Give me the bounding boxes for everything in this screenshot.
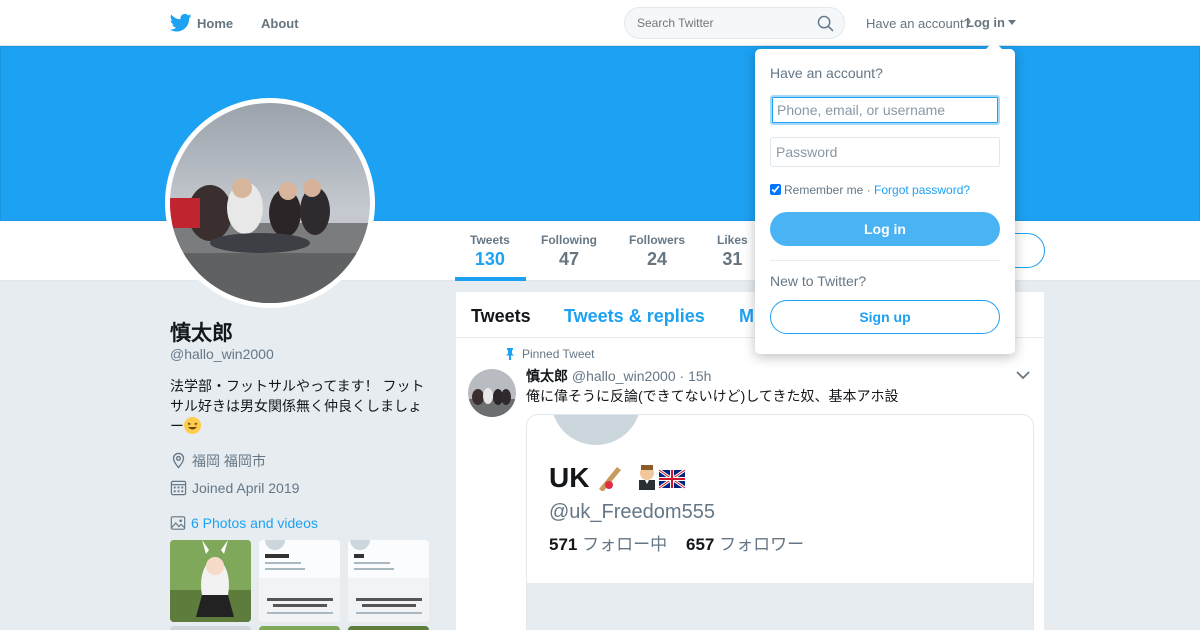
- new-to-twitter-text: New to Twitter?: [770, 273, 867, 289]
- chevron-down-icon: [1008, 20, 1016, 25]
- stat-likes[interactable]: Likes 31: [717, 233, 748, 270]
- nav-about-link[interactable]: About: [261, 16, 299, 31]
- photos-videos-link[interactable]: 6 Photos and videos: [170, 515, 318, 531]
- search-icon[interactable]: [817, 15, 834, 32]
- location-text: 福岡 福岡市: [192, 453, 266, 469]
- card-following-count: 571: [549, 535, 578, 554]
- bio-text: 法学部・フットサルやってます！ フットサル好きは男女関係無く仲良くしましょー: [170, 378, 425, 434]
- profile-name: 慎太郎: [170, 322, 233, 345]
- card-emoji-icons: [599, 465, 687, 492]
- card-avatar: [551, 415, 641, 445]
- profile-handle: @hallo_win2000: [170, 346, 274, 362]
- login-dropdown-toggle[interactable]: Log in: [966, 15, 1016, 30]
- stat-tweets[interactable]: Tweets 130: [470, 233, 510, 270]
- profile-bio: 法学部・フットサルやってます！ フットサル好きは男女関係無く仲良くしましょー: [170, 376, 432, 436]
- stat-tweets-label: Tweets: [470, 233, 510, 247]
- card-followers-label: フォロワー: [719, 535, 805, 554]
- calendar-icon: [170, 480, 187, 496]
- have-account-text: Have an account?: [866, 16, 971, 31]
- login-dropdown-title: Have an account?: [770, 65, 883, 81]
- media-thumbnail[interactable]: [259, 540, 340, 622]
- media-thumbnail[interactable]: [259, 626, 340, 630]
- tweet-text: 俺に偉そうに反論(できてないけど)してきた奴、基本アホ設: [526, 388, 899, 404]
- remember-me-label: Remember me ·: [784, 183, 871, 197]
- tab-media[interactable]: M: [739, 306, 754, 327]
- search-box[interactable]: [624, 7, 845, 39]
- dropdown-divider: [770, 260, 1000, 261]
- profile-avatar[interactable]: [165, 98, 375, 308]
- tweet-avatar[interactable]: [468, 369, 516, 417]
- card-profile-name: UK: [549, 461, 687, 494]
- username-input[interactable]: [770, 95, 1000, 125]
- media-thumbnail[interactable]: [170, 540, 251, 622]
- pin-icon: [506, 348, 514, 360]
- card-followers-count: 657: [686, 535, 715, 554]
- tweet-header: 慎太郎 @hallo_win2000 · 15h: [526, 366, 711, 386]
- password-input[interactable]: [770, 137, 1000, 167]
- media-thumbnail[interactable]: [170, 626, 251, 630]
- stat-tweets-value: 130: [474, 249, 505, 269]
- top-navigation-bar: Home About Have an account? Log in: [0, 0, 1200, 46]
- tweet-author-name[interactable]: 慎太郎: [526, 368, 568, 384]
- login-toggle-label: Log in: [966, 15, 1005, 30]
- login-dropdown: Have an account? Remember me · Forgot pa…: [755, 41, 1015, 354]
- stat-followers-label: Followers: [629, 233, 686, 247]
- tweet-media-card[interactable]: UK @uk_Freedom555 571 フォロー中 657 フォロワー: [526, 414, 1034, 630]
- tweet-author-handle[interactable]: @hallo_win2000: [572, 368, 676, 384]
- chevron-down-icon[interactable]: [1016, 370, 1030, 380]
- search-input[interactable]: [637, 16, 807, 30]
- twitter-bird-icon[interactable]: [170, 13, 192, 33]
- dropdown-caret: [985, 41, 1003, 50]
- card-lower-section: [527, 583, 1033, 630]
- card-profile-stats: 571 フォロー中 657 フォロワー: [549, 530, 804, 555]
- pinned-tweet-label: Pinned Tweet: [504, 347, 595, 361]
- stat-following[interactable]: Following 47: [541, 233, 597, 270]
- media-thumbnail[interactable]: [348, 540, 429, 622]
- pinned-text: Pinned Tweet: [522, 347, 595, 361]
- login-button[interactable]: Log in: [770, 212, 1000, 246]
- stat-followers[interactable]: Followers 24: [629, 233, 685, 270]
- media-thumbnail[interactable]: [348, 626, 429, 630]
- tab-tweets-replies[interactable]: Tweets & replies: [564, 306, 705, 327]
- remember-me-row: Remember me · Forgot password?: [770, 183, 970, 197]
- signup-button[interactable]: Sign up: [770, 300, 1000, 334]
- forgot-password-link[interactable]: Forgot password?: [874, 183, 970, 197]
- joined-text: Joined April 2019: [192, 480, 300, 496]
- location-pin-icon: [172, 452, 185, 469]
- remember-me-checkbox[interactable]: [770, 184, 781, 195]
- profile-joined: Joined April 2019: [170, 479, 299, 496]
- card-following-label: フォロー中: [582, 535, 668, 554]
- stat-following-label: Following: [541, 233, 597, 247]
- card-profile-handle: @uk_Freedom555: [549, 501, 715, 523]
- stat-likes-value: 31: [722, 249, 743, 269]
- profile-location: 福岡 福岡市: [170, 451, 266, 471]
- nav-home-link[interactable]: Home: [197, 16, 233, 31]
- photos-link-label: 6 Photos and videos: [191, 515, 318, 531]
- avatar-photo: [170, 103, 370, 303]
- grinning-squinting-face-icon: [184, 417, 201, 434]
- stat-following-value: 47: [558, 249, 580, 269]
- image-icon: [170, 516, 186, 530]
- stat-likes-label: Likes: [717, 233, 748, 247]
- tab-tweets[interactable]: Tweets: [471, 306, 531, 327]
- tweet-timestamp[interactable]: · 15h: [680, 368, 712, 384]
- stat-followers-value: 24: [646, 249, 668, 269]
- active-tab-indicator: [455, 277, 526, 281]
- card-name-text: UK: [549, 462, 590, 493]
